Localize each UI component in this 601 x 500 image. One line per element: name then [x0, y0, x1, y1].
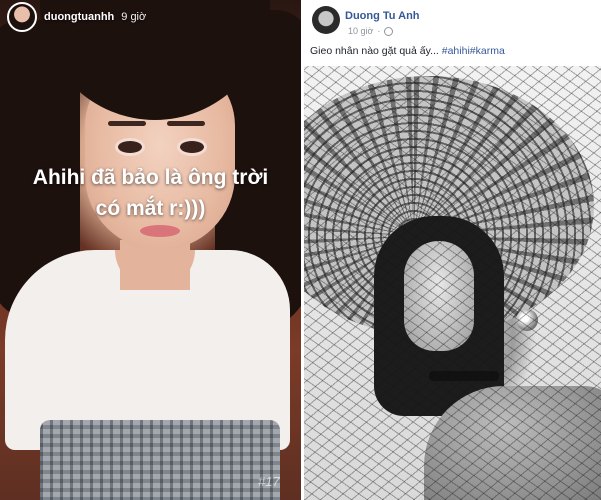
story-header: duongtuanhh 9 giờ: [0, 0, 301, 34]
story-photo-eye: [118, 141, 142, 153]
post-author[interactable]: Duong Tu Anh: [345, 10, 420, 22]
story-photo-brow: [108, 121, 146, 126]
facebook-post: Duong Tu Anh 10 giờ · Gieo nhân nào gặt …: [304, 0, 601, 500]
photo-net-overlay: [304, 66, 601, 500]
post-photo[interactable]: [304, 66, 601, 500]
instagram-story: duongtuanhh 9 giờ Ahihi đã bảo là ông tr…: [0, 0, 301, 500]
story-photo-brow: [167, 121, 205, 126]
story-caption-line: có mắt r:))): [95, 197, 206, 220]
story-photo-skirt: [40, 420, 280, 500]
avatar[interactable]: [7, 2, 37, 32]
avatar[interactable]: [312, 6, 340, 34]
story-photo-eye: [180, 141, 204, 153]
hashtag-link[interactable]: #karma: [470, 45, 505, 57]
story-timestamp: 9 giờ: [121, 11, 147, 23]
post-text-body: Gieo nhân nào gặt quả ấy...: [310, 45, 442, 57]
story-caption: Ahihi đã bảo là ông trời có mắt r:))): [0, 162, 301, 224]
post-timestamp[interactable]: 10 giờ: [348, 26, 373, 36]
hashtag-link[interactable]: #ahihi: [442, 45, 470, 57]
story-photo-lips: [140, 225, 180, 237]
story-caption-line: Ahihi đã bảo là ông trời: [32, 166, 269, 189]
post-text: Gieo nhân nào gặt quả ấy... #ahihi#karma: [310, 45, 505, 57]
story-hashtag: #17: [258, 474, 280, 489]
story-username[interactable]: duongtuanhh: [44, 11, 114, 23]
post-meta: 10 giờ ·: [348, 26, 394, 36]
globe-icon[interactable]: [384, 26, 394, 36]
